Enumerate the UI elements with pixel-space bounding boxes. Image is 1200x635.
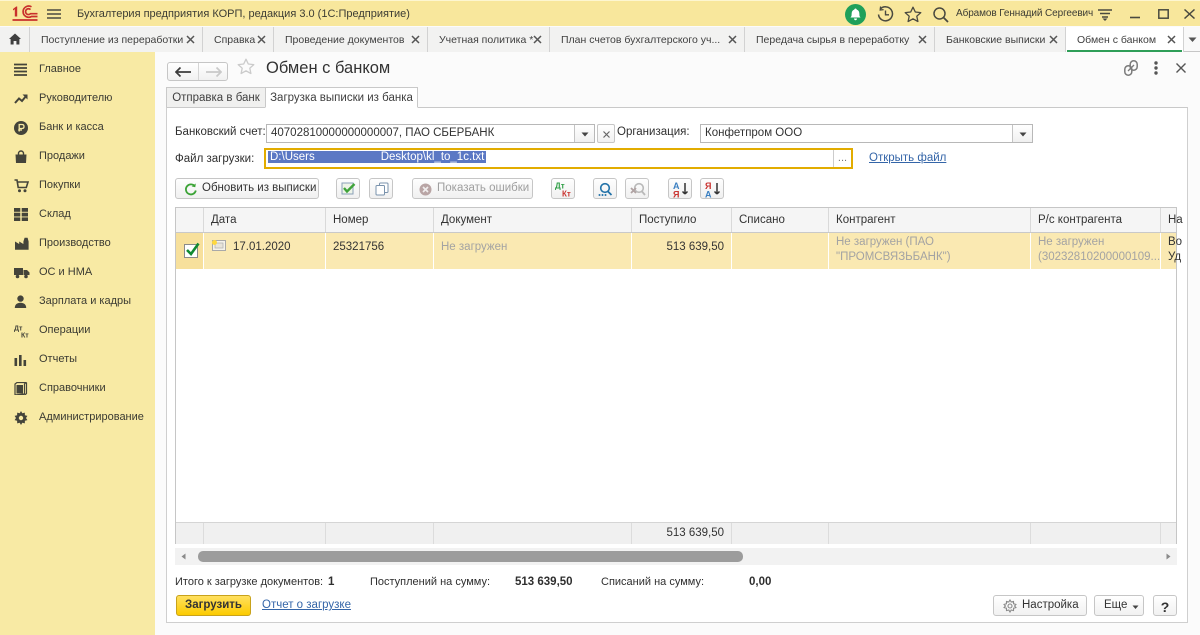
svg-text:Я: Я — [673, 190, 679, 199]
svg-text:Дт: Дт — [14, 325, 23, 332]
svg-text:Кт: Кт — [562, 190, 571, 198]
svg-text:А: А — [705, 190, 712, 199]
svg-text:Кт: Кт — [21, 332, 29, 338]
